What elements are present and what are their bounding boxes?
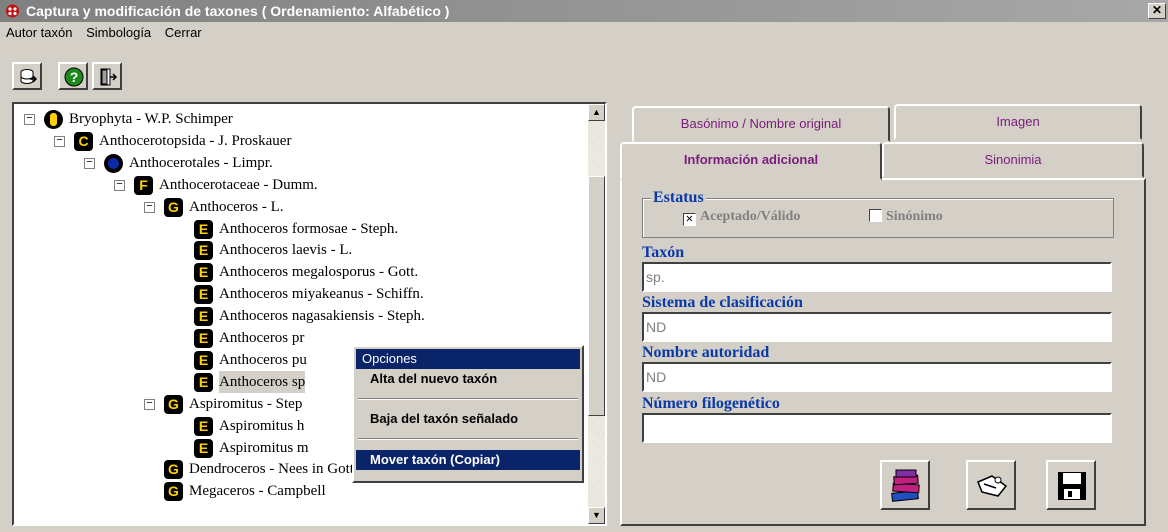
division-badge-icon [44,110,63,129]
tree-item-label: Bryophyta - W.P. Schimper [69,111,233,127]
export-button[interactable] [12,62,42,90]
books-icon [891,469,920,502]
rank-badge-icon: E [194,307,213,327]
tree-item-label: Megaceros - Campbell [189,483,326,500]
rank-badge-icon: E [194,350,213,370]
tree-item-label: Anthocerotales - Limpr. [129,154,273,171]
rank-badge-icon: E [194,416,213,436]
window-title: Captura y modificación de taxones ( Orde… [26,3,450,19]
estatus-group: Estatus ✕ Aceptado/Válido Sinónimo [642,189,1114,238]
tree-item-label: Anthoceros sp [219,370,306,393]
tab-basonimo[interactable]: Basónimo / Nombre original [632,106,890,142]
svg-text:?: ? [70,69,79,85]
menu-item-alta[interactable]: Alta del nuevo taxón [356,369,580,389]
tab-informacion-adicional[interactable]: Información adicional [620,142,882,180]
sinonimo-check-box [869,209,882,222]
rank-badge-icon: G [164,394,183,414]
rank-badge-icon: G [164,197,183,217]
tree-item-label: Anthocerotopsida - J. Proskauer [99,132,292,149]
help-button[interactable]: ? [58,62,88,90]
tree-item-label: Anthoceros pr [219,330,305,346]
app-icon [6,4,19,18]
estatus-title: Estatus [651,189,706,207]
rank-badge-icon: E [194,438,213,458]
taxon-input[interactable]: sp. [642,262,1112,292]
edit-button[interactable] [966,460,1016,510]
tree-scrollbar[interactable]: ▲ ▼ [588,104,605,524]
menu-cerrar[interactable]: Cerrar [165,25,202,40]
menu-autor-taxon[interactable]: Autor taxón [6,25,73,40]
tree-item-label: Anthoceros pu [219,351,307,368]
rank-badge-icon: E [194,372,213,392]
scroll-down-button[interactable]: ▼ [588,507,605,524]
aceptado-checkbox[interactable]: ✕ Aceptado/Válido [683,209,800,226]
save-disk-icon [1058,472,1086,500]
tab-imagen[interactable]: Imagen [894,104,1142,140]
save-button[interactable] [1046,460,1096,510]
autoridad-input[interactable]: ND [642,362,1112,392]
filogenetico-input[interactable] [642,413,1112,443]
tree-toggle[interactable]: − [24,114,35,125]
order-badge-icon [104,153,123,173]
tree-toggle[interactable]: − [114,179,125,191]
books-button[interactable] [880,460,930,510]
tab-sinonimia[interactable]: Sinonimia [882,142,1144,178]
filogenetico-label: Número filogenético [642,395,780,412]
tree-item-label: Aspiromitus - Step [189,395,303,412]
tree-item-label: Anthocerotaceae - Dumm. [159,176,318,193]
details-panel: Basónimo / Nombre original Imagen Inform… [618,102,1162,526]
context-menu: Opciones Alta del nuevo taxón Baja del t… [352,345,584,483]
tree-item-label: Anthoceros miyakeanus - Schiffn. [219,286,424,303]
tree-item-label: Anthoceros laevis - L. [219,242,353,259]
scroll-up-button[interactable]: ▲ [588,104,605,121]
rank-badge-icon: G [164,460,183,480]
aceptado-check-mark: ✕ [683,213,696,226]
rank-badge-icon: E [194,219,213,239]
menu-simbologia[interactable]: Simbología [86,25,151,40]
database-export-icon [20,69,38,84]
menu-separator [358,398,578,400]
context-menu-title: Opciones [356,349,580,369]
menu-item-baja[interactable]: Baja del taxón señalado [356,409,580,429]
rank-badge-icon: E [194,241,213,261]
sistema-input[interactable]: ND [642,312,1112,342]
rank-badge-icon: G [164,482,183,502]
tree-item-label: Dendroceros - Nees in Gott. [189,461,358,478]
hand-edit-icon [977,475,1008,497]
tree-item-label: Anthoceros - L. [189,198,284,215]
rank-badge-icon: F [134,175,153,195]
sistema-label: Sistema de clasificación [642,294,803,311]
tab-page-informacion: Estatus ✕ Aceptado/Válido Sinónimo Taxón … [620,178,1146,526]
aceptado-label: Aceptado/Válido [700,209,801,224]
help-icon: ? [64,67,84,87]
menu-separator [358,438,578,440]
exit-door-icon [100,68,118,86]
menu-item-mover[interactable]: Mover taxón (Copiar) [356,450,580,470]
sinonimo-label: Sinónimo [886,209,943,224]
tree-item-label: Anthoceros megalosporus - Gott. [219,264,419,281]
exit-button[interactable] [92,62,122,90]
tree-item-label: Aspiromitus h [219,417,305,434]
taxon-label: Taxón [642,244,685,261]
close-button[interactable]: ✕ [1148,3,1166,19]
tree-toggle[interactable]: − [144,398,155,410]
tree-item-label: Aspiromitus m [219,439,309,456]
menu-bar: Autor taxón Simbología Cerrar [0,22,1168,44]
tree-toggle[interactable]: − [54,135,65,147]
rank-badge-icon: C [74,131,93,151]
rank-badge-icon: E [194,285,213,305]
tree-toggle[interactable]: − [144,201,155,213]
sinonimo-checkbox[interactable]: Sinónimo [869,209,943,225]
tree-toggle[interactable]: − [84,157,95,169]
autoridad-label: Nombre autoridad [642,344,770,361]
window-titlebar: Captura y modificación de taxones ( Orde… [0,0,1168,22]
rank-badge-icon: E [194,263,213,283]
rank-badge-icon: E [194,329,213,348]
tree-item-label: Anthoceros formosae - Steph. [219,220,399,237]
tree-item-label: Anthoceros nagasakiensis - Steph. [219,308,425,325]
scroll-thumb[interactable] [588,176,605,416]
